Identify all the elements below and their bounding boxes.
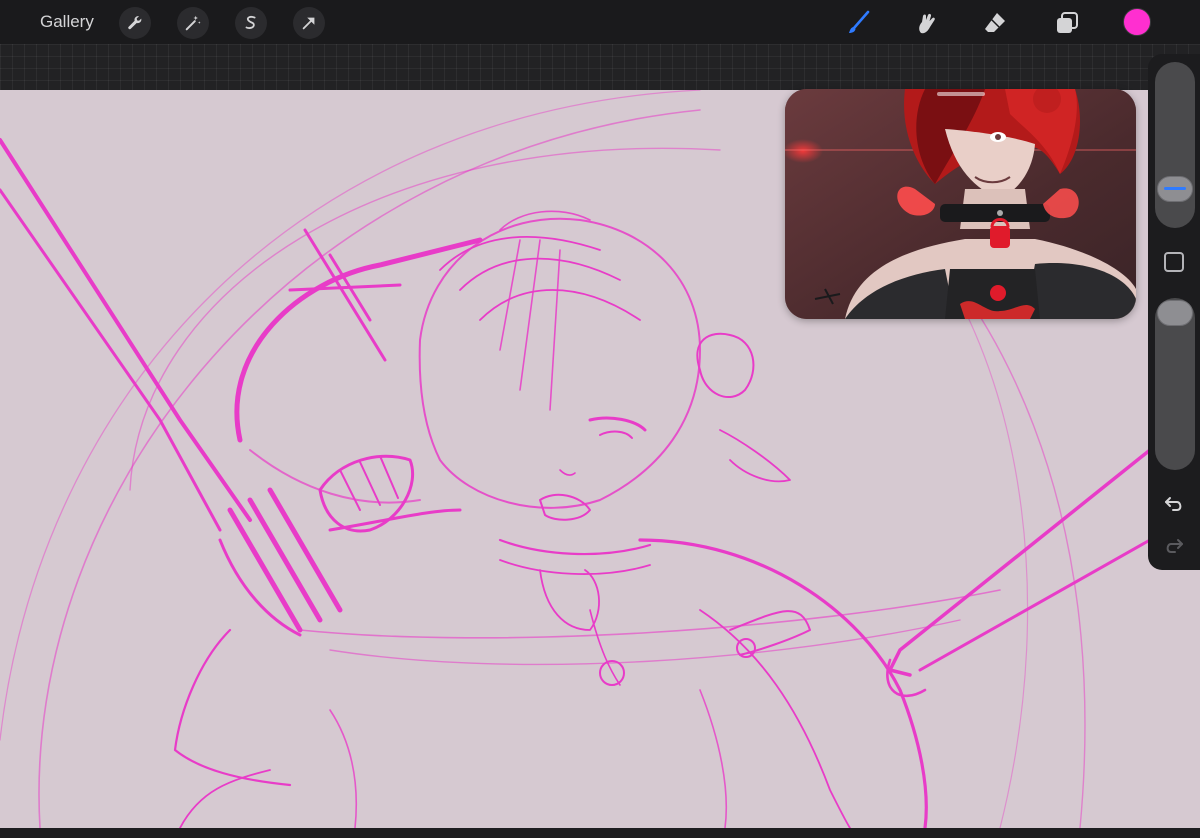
selection-s-icon[interactable] [235, 7, 267, 39]
bottom-edge [0, 828, 1200, 838]
reference-window-drag-handle[interactable] [937, 92, 985, 96]
transform-arrow-icon[interactable] [293, 7, 325, 39]
reference-image [785, 89, 1136, 319]
square-modify-icon[interactable] [1164, 252, 1184, 272]
smudge-icon[interactable] [910, 7, 942, 39]
color-picker-swatch[interactable] [1123, 8, 1151, 36]
gallery-button[interactable]: Gallery [40, 11, 94, 33]
opacity-slider-thumb[interactable] [1157, 300, 1193, 326]
reference-image-window[interactable] [785, 89, 1136, 319]
canvas-surround-grid [0, 44, 1200, 90]
brush-size-indicator [1164, 187, 1186, 190]
undo-icon[interactable] [1163, 492, 1185, 514]
magic-wand-icon[interactable] [177, 7, 209, 39]
redo-icon[interactable] [1163, 534, 1185, 556]
brush-size-slider[interactable] [1155, 62, 1195, 228]
wrench-icon[interactable] [119, 7, 151, 39]
layers-icon[interactable] [1051, 7, 1083, 39]
brush-icon[interactable] [842, 7, 874, 39]
eraser-icon[interactable] [979, 7, 1011, 39]
